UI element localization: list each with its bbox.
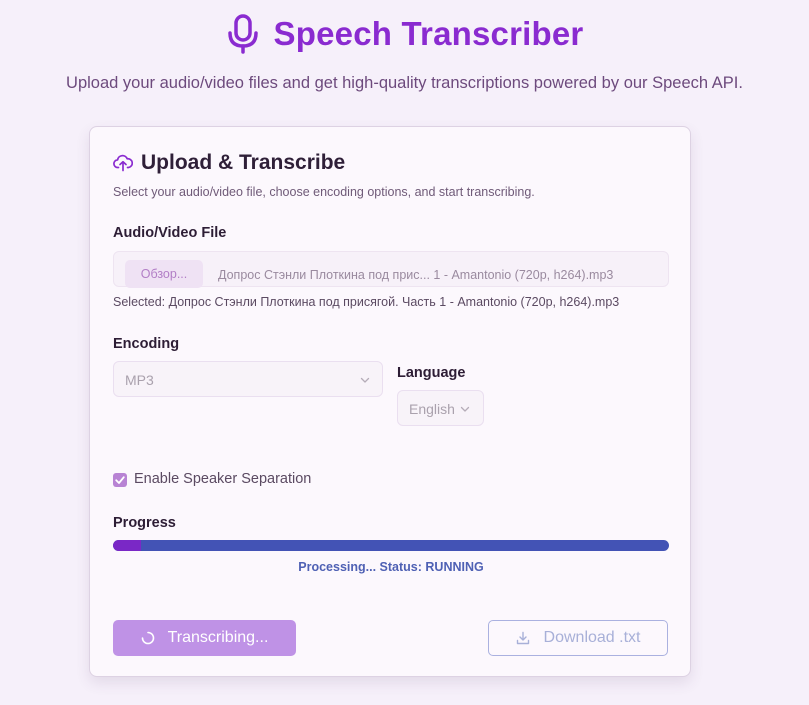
- progress-fill: [113, 540, 141, 551]
- chevron-down-icon: [460, 406, 470, 412]
- transcribe-button-label: Transcribing...: [167, 629, 269, 646]
- title-row: Speech Transcriber: [0, 14, 809, 54]
- status-text: Processing... Status: RUNNING: [298, 560, 484, 574]
- download-button[interactable]: Download .txt: [488, 620, 668, 656]
- file-label: Audio/Video File: [113, 225, 227, 241]
- checkmark-icon: [115, 476, 125, 484]
- progress-label: Progress: [113, 515, 176, 531]
- page-header: Speech Transcriber Upload your audio/vid…: [0, 0, 809, 110]
- progress-bar: [113, 540, 669, 551]
- file-input[interactable]: Обзор... Допрос Стэнли Плоткина под прис…: [113, 251, 669, 288]
- card-description: Select your audio/video file, choose enc…: [113, 185, 535, 199]
- download-icon: [516, 631, 529, 645]
- speaker-separation-label: Enable Speaker Separation: [134, 471, 312, 487]
- download-button-label: Download .txt: [543, 629, 641, 646]
- card-title-row: Upload & Transcribe: [113, 151, 345, 175]
- chevron-down-icon: [360, 377, 370, 383]
- encoding-label: Encoding: [113, 336, 180, 352]
- language-select[interactable]: English: [397, 390, 484, 426]
- encoding-value: MP3: [125, 372, 154, 388]
- microphone-icon: [227, 14, 258, 54]
- encoding-select[interactable]: MP3: [113, 361, 383, 397]
- card-title: Upload & Transcribe: [141, 151, 346, 174]
- cloud-upload-icon: [113, 154, 133, 172]
- file-name-text: Допрос Стэнли Плоткина под прис... 1 - A…: [218, 268, 614, 282]
- selected-file-text: Selected: Допрос Стэнли Плоткина под при…: [113, 295, 620, 309]
- language-label: Language: [397, 365, 466, 381]
- browse-button[interactable]: Обзор...: [125, 260, 203, 288]
- transcribe-button[interactable]: Transcribing...: [113, 620, 296, 656]
- speaker-separation-checkbox[interactable]: [113, 473, 127, 487]
- page-subtitle: Upload your audio/video files and get hi…: [66, 74, 743, 92]
- page-title: Speech Transcriber: [273, 15, 584, 52]
- language-value: English: [409, 401, 455, 417]
- upload-card: Upload & Transcribe Select your audio/vi…: [89, 126, 691, 677]
- spinner-icon: [141, 631, 154, 645]
